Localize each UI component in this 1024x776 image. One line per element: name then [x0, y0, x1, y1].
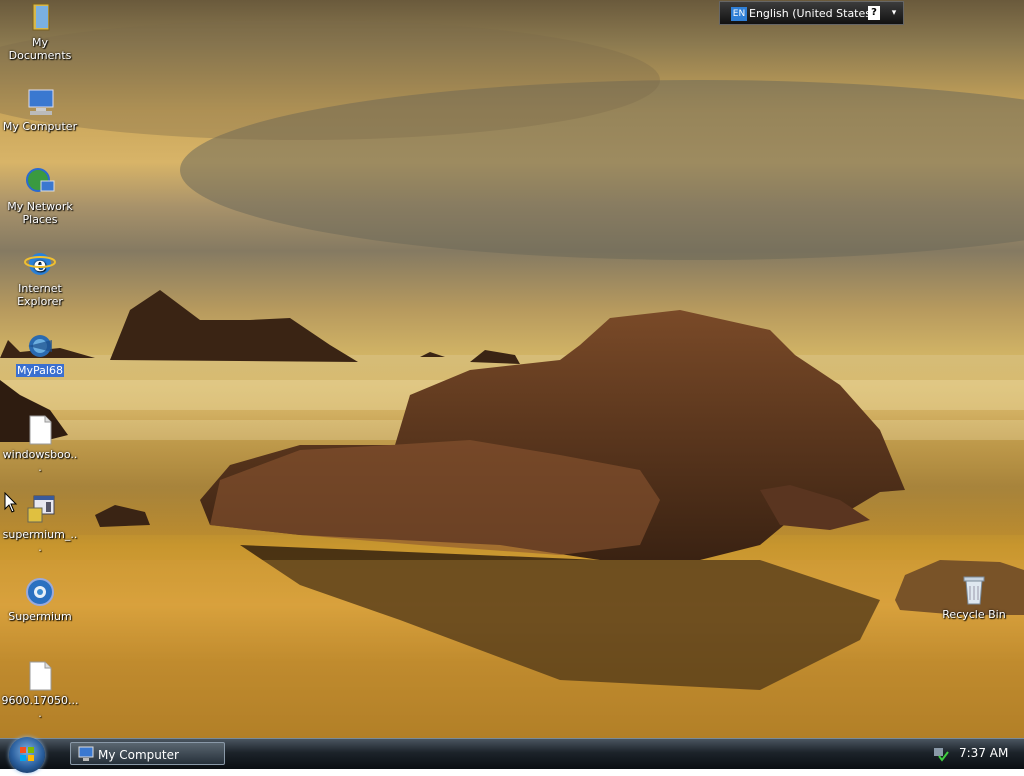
desktop-icon-label: supermium_... — [2, 528, 78, 554]
language-bar[interactable]: EN English (United States) ? ▾ — [719, 1, 904, 25]
document-icon — [24, 660, 56, 692]
svg-text:e: e — [34, 252, 47, 276]
desktop-icon-label: My Network Places — [7, 200, 73, 226]
desktop-icon-supermium[interactable]: Supermium — [0, 576, 80, 623]
mypal-icon — [24, 330, 56, 362]
help-icon[interactable]: ? — [868, 6, 880, 20]
taskbar: My Computer 7:37 AM — [0, 737, 1024, 773]
language-name[interactable]: English (United States) — [749, 7, 875, 20]
desktop-icon-label: My Computer — [2, 120, 78, 133]
desktop-icon-label: My Documents — [8, 36, 72, 62]
taskbar-button-my-computer[interactable]: My Computer — [70, 742, 225, 765]
installer-icon — [24, 494, 56, 526]
document-icon — [24, 414, 56, 446]
my-computer-icon — [78, 746, 94, 761]
desktop-icon-label: Supermium — [8, 610, 72, 623]
options-chevron-icon[interactable]: ▾ — [889, 6, 899, 20]
desktop-icon-label: Recycle Bin — [942, 608, 1006, 621]
network-status-icon[interactable] — [933, 746, 949, 762]
network-places-icon — [24, 166, 56, 198]
desktop-icon-my-network-places[interactable]: My Network Places — [0, 166, 80, 226]
desktop-icon-label: windowsboo... — [2, 448, 78, 474]
notification-area: 7:37 AM — [925, 739, 1024, 769]
desktop-icon-label: 9600.17050.... — [1, 694, 79, 720]
taskbar-button-label: My Computer — [98, 748, 179, 762]
desktop-icon-internet-explorer[interactable]: e Internet Explorer — [0, 248, 80, 308]
desktop-icon-recycle-bin[interactable]: Recycle Bin — [934, 574, 1014, 621]
desktop-icon-label: Internet Explorer — [17, 282, 63, 308]
desktop-icon-my-computer[interactable]: My Computer — [0, 86, 80, 133]
mouse-pointer-icon — [4, 491, 18, 517]
my-documents-icon — [24, 2, 56, 34]
recycle-bin-icon — [958, 574, 990, 606]
desktop-icon-9600[interactable]: 9600.17050.... — [0, 660, 80, 720]
desktop-icon-label: MyPal68 — [16, 364, 64, 377]
desktop: My Documents My Computer My Network Plac… — [0, 0, 1024, 738]
clock[interactable]: 7:37 AM — [959, 746, 1008, 760]
desktop-icon-mypal68[interactable]: MyPal68 — [0, 330, 80, 377]
language-code-badge[interactable]: EN — [731, 7, 747, 21]
my-computer-icon — [24, 86, 56, 118]
supermium-icon — [24, 576, 56, 608]
wallpaper — [0, 20, 1024, 738]
internet-explorer-icon: e — [24, 248, 56, 280]
desktop-icon-my-documents[interactable]: My Documents — [0, 2, 80, 62]
desktop-icon-windowsboo[interactable]: windowsboo... — [0, 414, 80, 474]
